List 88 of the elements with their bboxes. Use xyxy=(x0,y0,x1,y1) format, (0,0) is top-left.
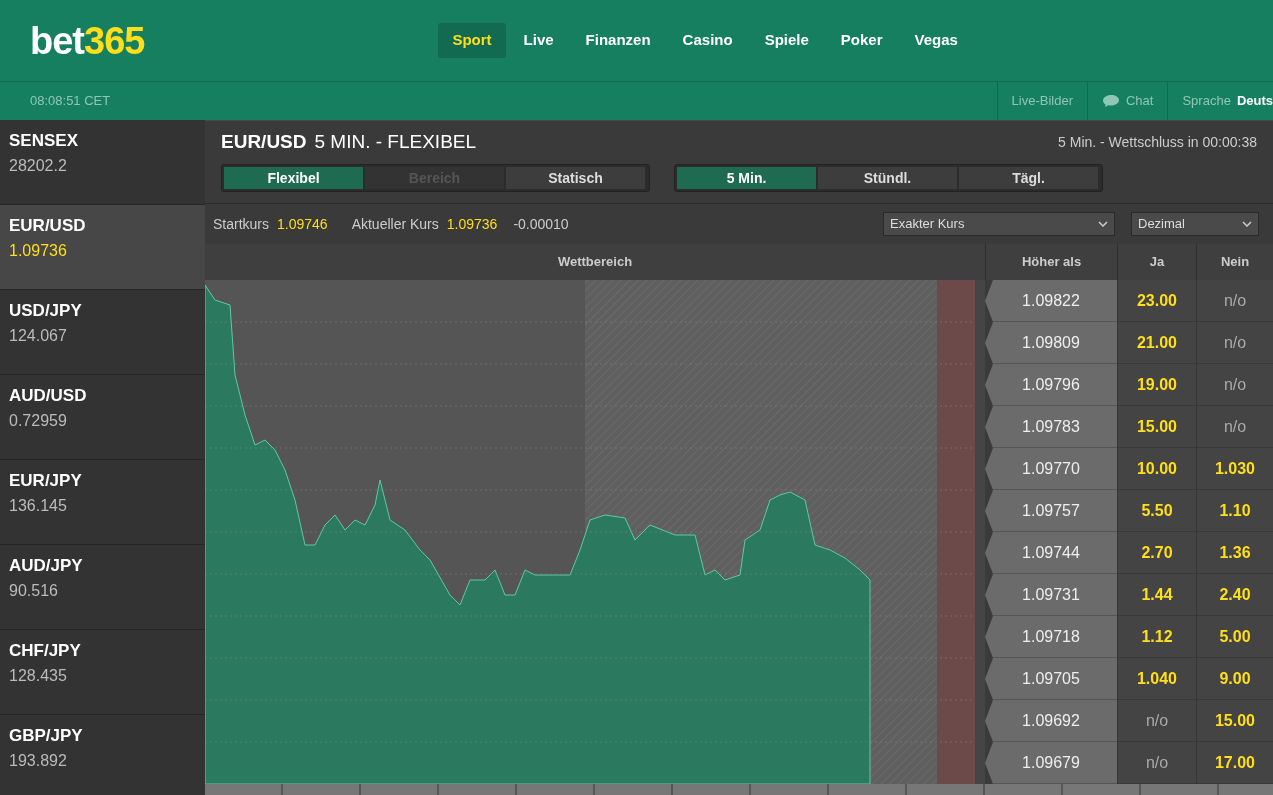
market-name: EUR/JPY xyxy=(9,470,83,492)
price-type-dropdown[interactable]: Exakter Kurs xyxy=(883,212,1115,236)
yes-odds[interactable]: 21.00 xyxy=(1117,322,1196,364)
strike-price: 1.09770 xyxy=(985,448,1117,490)
strike-price: 1.09731 xyxy=(985,574,1117,616)
no-odds[interactable]: 1.030 xyxy=(1196,448,1273,490)
nav-tab[interactable]: Casino xyxy=(668,23,747,58)
yes-odds[interactable]: 23.00 xyxy=(1117,280,1196,322)
price-change: -0.00010 xyxy=(513,214,569,234)
no-odds[interactable]: 9.00 xyxy=(1196,658,1273,700)
no-odds[interactable]: n/o xyxy=(1196,280,1273,322)
mode-tab[interactable]: Statisch xyxy=(506,167,645,189)
yes-odds[interactable]: 10.00 xyxy=(1117,448,1196,490)
strike-price: 1.09692 xyxy=(985,700,1117,742)
market-price: 128.435 xyxy=(9,665,68,686)
language-label: Sprache xyxy=(1182,92,1231,111)
strike-price: 1.09822 xyxy=(985,280,1117,322)
market-name: SENSEX xyxy=(9,130,79,152)
yes-odds[interactable]: n/o xyxy=(1117,700,1196,742)
market-name: AUD/USD xyxy=(9,385,88,407)
period-tab[interactable]: Tägl. xyxy=(959,167,1098,189)
pair-title: EUR/USD xyxy=(221,130,307,155)
market-name: AUD/JPY xyxy=(9,555,84,577)
yes-odds[interactable]: n/o xyxy=(1117,742,1196,784)
chat-icon xyxy=(1102,94,1120,108)
yes-odds[interactable]: 2.70 xyxy=(1117,532,1196,574)
market-price: 0.72959 xyxy=(9,410,68,431)
odds-format-dropdown[interactable]: Dezimal xyxy=(1131,212,1259,236)
no-odds[interactable]: 5.00 xyxy=(1196,616,1273,658)
strike-price: 1.09809 xyxy=(985,322,1117,364)
yes-odds[interactable]: 15.00 xyxy=(1117,406,1196,448)
strike-price: 1.09744 xyxy=(985,532,1117,574)
yes-odds[interactable]: 19.00 xyxy=(1117,364,1196,406)
market-title: 5 MIN. - FLEXIBEL xyxy=(314,130,477,155)
market-list-item[interactable]: EUR/USD 1.09736 xyxy=(0,205,205,290)
period-tab[interactable]: Stündl. xyxy=(818,167,957,189)
column-header: Wettbereich xyxy=(205,244,985,280)
strike-price: 1.09718 xyxy=(985,616,1117,658)
market-price: 90.516 xyxy=(9,580,59,601)
yes-odds[interactable]: 5.50 xyxy=(1117,490,1196,532)
yes-odds[interactable]: 1.12 xyxy=(1117,616,1196,658)
column-header: Höher als xyxy=(985,244,1117,280)
no-odds[interactable]: 2.40 xyxy=(1196,574,1273,616)
market-price: 124.067 xyxy=(9,325,68,346)
column-header: Nein xyxy=(1196,244,1273,280)
strike-price: 1.09757 xyxy=(985,490,1117,532)
nav-tab[interactable]: Live xyxy=(509,23,568,58)
no-odds[interactable]: 1.10 xyxy=(1196,490,1273,532)
no-odds[interactable]: 17.00 xyxy=(1196,742,1273,784)
market-price: 28202.2 xyxy=(9,155,68,176)
logo[interactable]: bet365 xyxy=(30,21,145,60)
market-name: GBP/JPY xyxy=(9,725,84,747)
nav-tab[interactable]: Poker xyxy=(826,23,897,58)
start-price: 1.09746 xyxy=(277,214,328,234)
strike-price: 1.09783 xyxy=(985,406,1117,448)
chat-label: Chat xyxy=(1126,92,1154,111)
yes-odds[interactable]: 1.040 xyxy=(1117,658,1196,700)
start-price-label: Startkurs xyxy=(213,214,269,234)
mode-tab[interactable]: Flexibel xyxy=(224,167,363,189)
no-odds[interactable]: n/o xyxy=(1196,406,1273,448)
strike-price: 1.09705 xyxy=(985,658,1117,700)
chevron-icon xyxy=(1242,221,1252,227)
market-name: USD/JPY xyxy=(9,300,83,322)
period-tab[interactable]: 5 Min. xyxy=(677,167,816,189)
nav-tab[interactable]: Spiele xyxy=(750,23,823,58)
strike-price: 1.09679 xyxy=(985,742,1117,784)
market-name: EUR/USD xyxy=(9,215,87,237)
no-odds[interactable]: n/o xyxy=(1196,364,1273,406)
countdown: 5 Min. - Wettschluss in 00:00:38 xyxy=(1058,133,1257,152)
no-odds[interactable]: n/o xyxy=(1196,322,1273,364)
language-selector[interactable]: Sprache Deuts xyxy=(1167,82,1273,120)
column-header: Ja xyxy=(1117,244,1196,280)
clock-time: 08:08:51 CET xyxy=(30,92,111,111)
language-value: Deuts xyxy=(1236,92,1273,111)
market-price: 193.892 xyxy=(9,750,68,771)
no-odds[interactable]: 1.36 xyxy=(1196,532,1273,574)
market-name: CHF/JPY xyxy=(9,640,82,662)
chevron-icon xyxy=(1098,221,1108,227)
strike-price: 1.09796 xyxy=(985,364,1117,406)
current-price: 1.09736 xyxy=(446,214,498,234)
nav-tab[interactable]: Sport xyxy=(438,23,506,58)
market-price: 136.145 xyxy=(9,495,68,516)
no-odds[interactable]: 15.00 xyxy=(1196,700,1273,742)
current-price-label: Aktueller Kurs xyxy=(351,214,439,234)
yes-odds[interactable]: 1.44 xyxy=(1117,574,1196,616)
nav-tab[interactable]: Finanzen xyxy=(571,23,665,58)
market-price: 1.09736 xyxy=(9,240,68,261)
nav-tab[interactable]: Vegas xyxy=(900,23,972,58)
